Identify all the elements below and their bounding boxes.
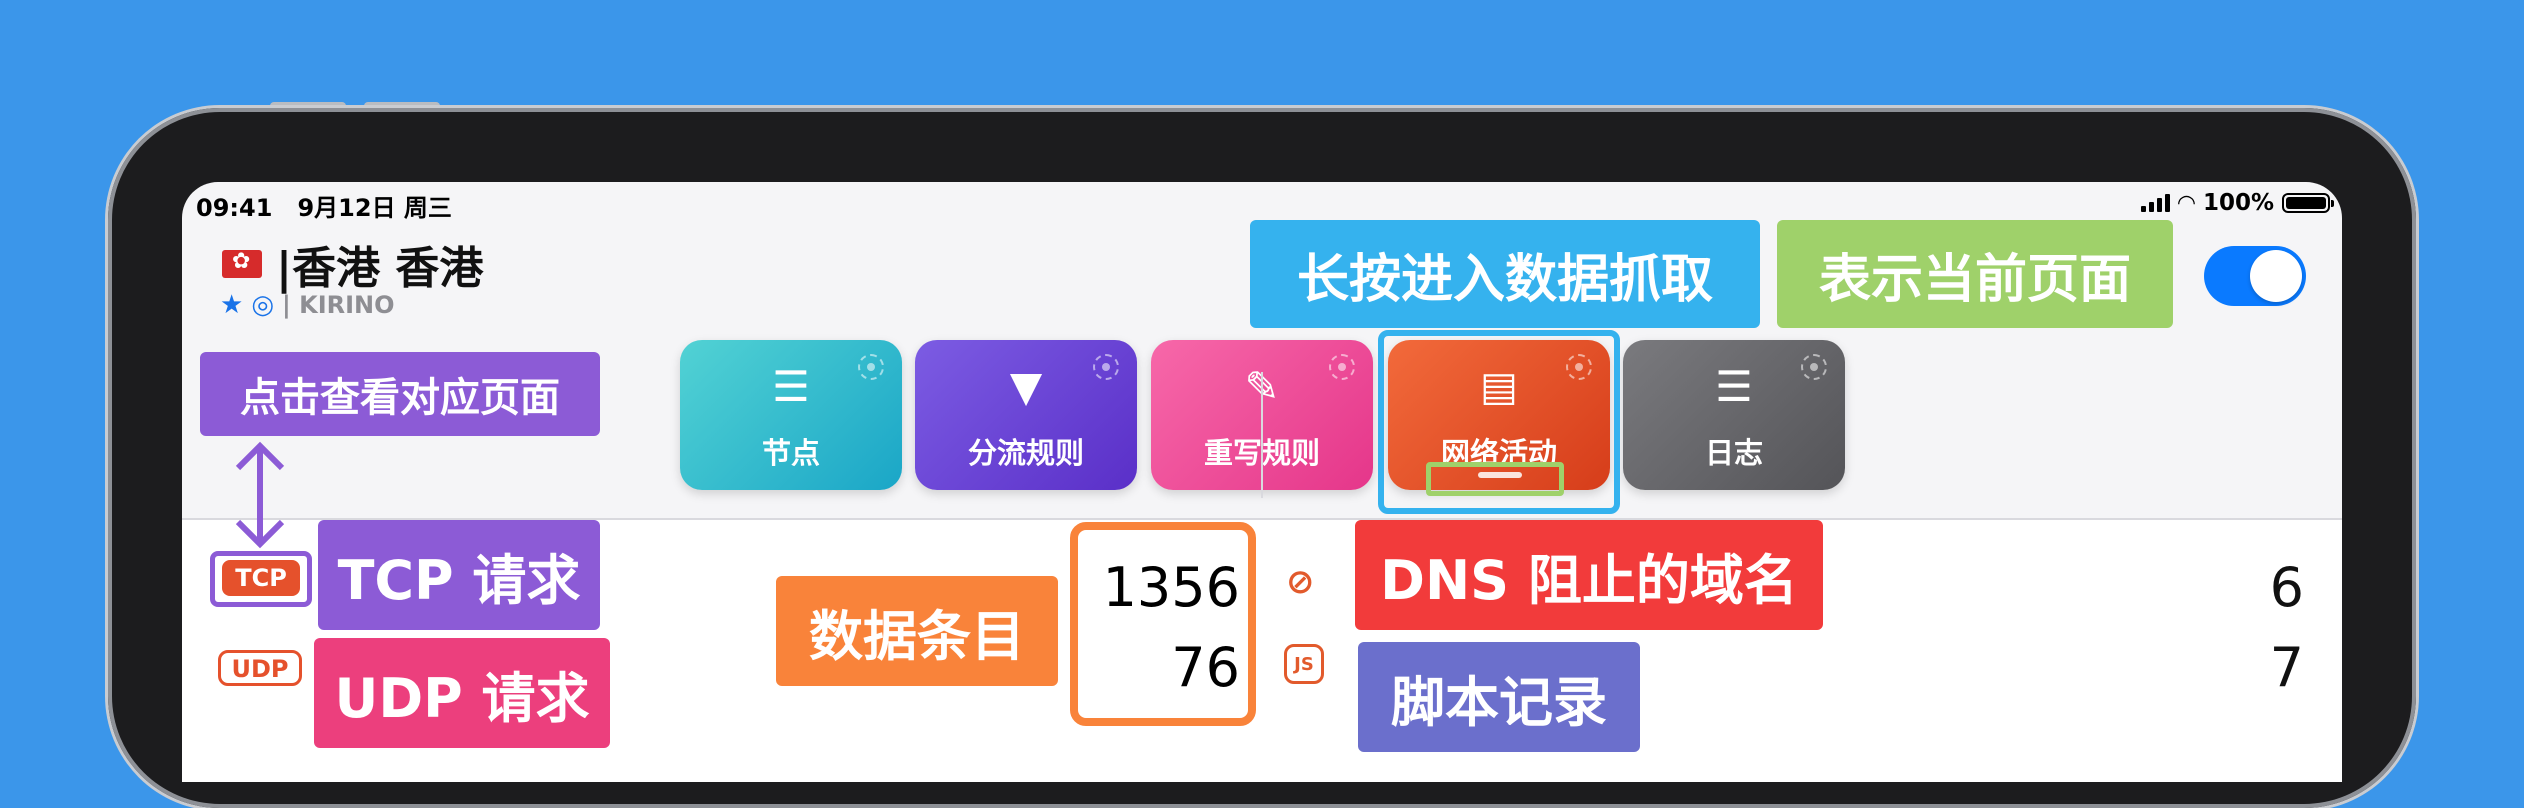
- tcp-badge-highlight: [210, 551, 312, 607]
- page-indicator-highlight: [1426, 462, 1564, 496]
- globe-icon: ◎: [251, 290, 274, 320]
- tile-label: 节点: [761, 436, 820, 470]
- udp-badge: UDP: [218, 650, 302, 686]
- dns-blocked-count: 6: [2269, 556, 2304, 619]
- profile-name: | KIRINO: [282, 291, 395, 319]
- battery-icon: [2282, 193, 2334, 213]
- script-count: 7: [2269, 636, 2304, 699]
- status-time: 09:41: [196, 194, 273, 222]
- tile-rules[interactable]: ▼ 分流规则: [915, 340, 1137, 490]
- activity-indicator-icon: [1801, 354, 1827, 380]
- annotation-dns-blocked: DNS 阻止的域名: [1355, 520, 1823, 630]
- activity-indicator-icon: [858, 354, 884, 380]
- signal-icon: [2141, 194, 2171, 212]
- tile-nodes[interactable]: ☰ 节点: [680, 340, 902, 490]
- annotation-click-view: 点击查看对应页面: [200, 352, 600, 436]
- main-switch-toggle[interactable]: [2204, 246, 2306, 306]
- annotation-script-log: 脚本记录: [1358, 642, 1640, 752]
- column-divider: [1261, 372, 1263, 498]
- policy-name: |香港 香港: [276, 243, 484, 294]
- tile-log[interactable]: ☰ 日志: [1623, 340, 1845, 490]
- policy-title[interactable]: |香港 香港: [222, 232, 483, 296]
- annotation-udp-request: UDP 请求: [314, 638, 610, 748]
- activity-indicator-icon: [1093, 354, 1119, 380]
- hong-kong-flag-icon: [222, 249, 262, 278]
- toggle-knob: [2250, 250, 2302, 302]
- double-arrow-icon: [235, 441, 285, 549]
- policy-subtitle: ★ ◎ | KIRINO: [220, 290, 395, 320]
- status-date: 9月12日 周三: [297, 194, 452, 222]
- annotation-current-page: 表示当前页面: [1777, 220, 2173, 328]
- count-highlight: [1070, 522, 1256, 726]
- tile-label: 日志: [1704, 436, 1763, 470]
- tile-label: 分流规则: [967, 436, 1084, 470]
- dns-blocked-icon: ⊘: [1286, 562, 1315, 602]
- status-indicators: ◠ 100%: [2141, 190, 2334, 216]
- annotation-long-press: 长按进入数据抓取: [1250, 220, 1760, 328]
- status-time-date: 09:41 9月12日 周三: [196, 188, 452, 223]
- script-js-icon: JS: [1284, 644, 1324, 684]
- js-label: JS: [1294, 654, 1314, 675]
- activity-indicator-icon: [1329, 354, 1355, 380]
- battery-percent: 100%: [2202, 190, 2274, 216]
- annotation-data-entries: 数据条目: [776, 576, 1058, 686]
- wifi-icon: ◠: [2178, 190, 2195, 216]
- star-icon: ★: [220, 290, 244, 320]
- annotation-tcp-request: TCP 请求: [318, 520, 600, 630]
